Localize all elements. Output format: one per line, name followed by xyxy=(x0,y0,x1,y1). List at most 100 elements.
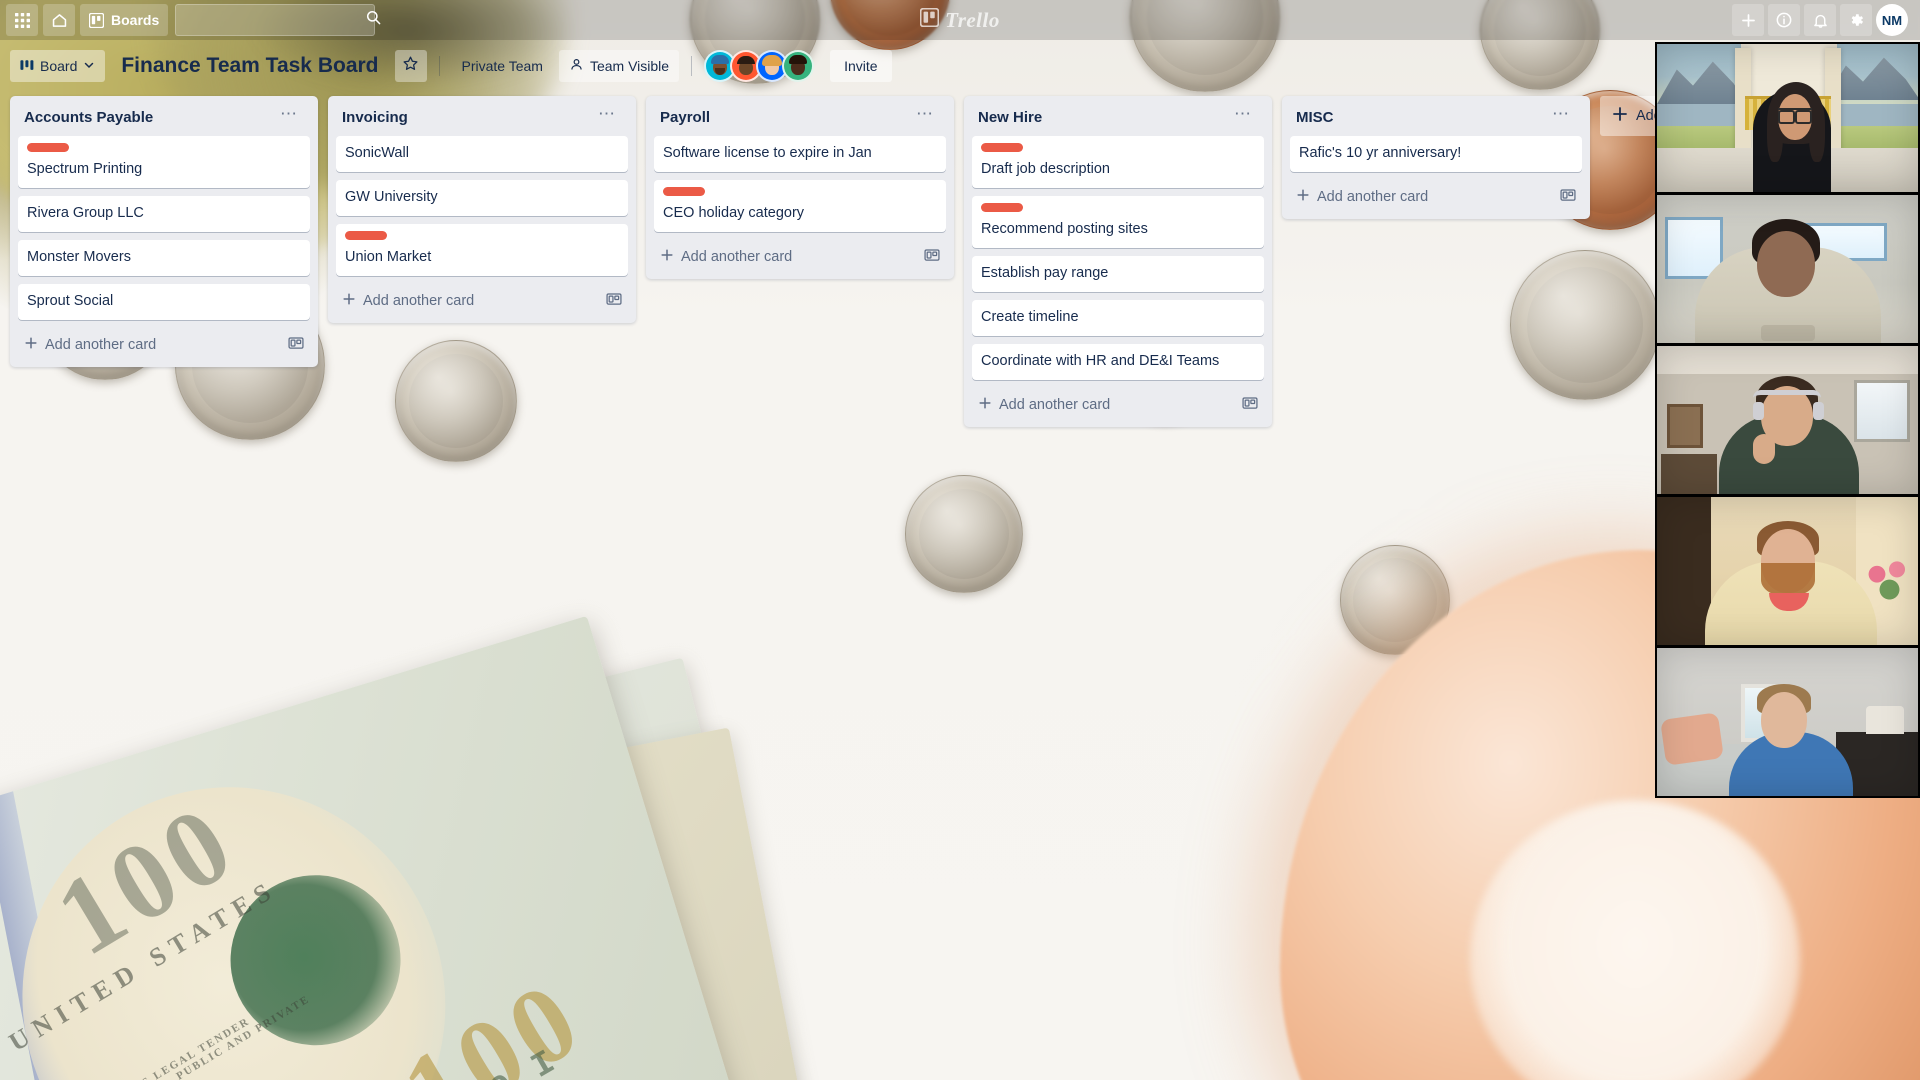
add-card-label: Add another card xyxy=(363,293,475,309)
star-icon xyxy=(402,55,419,77)
video-tile-2[interactable] xyxy=(1657,195,1918,343)
home-button[interactable] xyxy=(43,4,75,36)
team-name-button[interactable]: Private Team xyxy=(452,50,553,82)
member-avatar-4[interactable] xyxy=(782,50,815,82)
add-button[interactable] xyxy=(1732,4,1764,36)
card-title: Rivera Group LLC xyxy=(27,205,144,221)
boards-button[interactable]: Boards xyxy=(80,4,169,36)
card-title: Establish pay range xyxy=(981,265,1109,281)
card[interactable]: Sprout Social xyxy=(18,284,310,320)
list-title[interactable]: MISC xyxy=(1296,109,1334,126)
board-view-label: Board xyxy=(40,58,78,74)
plus-icon xyxy=(978,396,992,414)
card-label-red[interactable] xyxy=(981,143,1023,152)
list-header: New Hire ⋯ xyxy=(972,104,1264,136)
list-menu-icon[interactable]: ⋯ xyxy=(1546,105,1576,127)
card[interactable]: Draft job description xyxy=(972,136,1264,188)
card-title: CEO holiday category xyxy=(663,205,805,221)
add-icon xyxy=(1740,12,1757,29)
card-template-icon[interactable] xyxy=(924,247,940,267)
card[interactable]: CEO holiday category xyxy=(654,180,946,232)
video-call-panel xyxy=(1655,42,1920,798)
add-another-card-button[interactable]: Add another card xyxy=(18,328,310,361)
card[interactable]: Coordinate with HR and DE&I Teams xyxy=(972,344,1264,380)
invite-button[interactable]: Invite xyxy=(830,50,892,82)
add-another-card-button[interactable]: Add another card xyxy=(972,388,1264,421)
notifications-button[interactable] xyxy=(1804,4,1836,36)
board-members xyxy=(704,50,815,82)
card[interactable]: Create timeline xyxy=(972,300,1264,336)
board-view-switcher[interactable]: Board xyxy=(10,50,106,82)
user-avatar[interactable]: NM xyxy=(1876,4,1908,36)
video-tile-4[interactable] xyxy=(1657,497,1918,645)
card[interactable]: Spectrum Printing xyxy=(18,136,310,188)
card-label-red[interactable] xyxy=(663,187,705,196)
chevron-down-icon xyxy=(83,58,95,74)
team-visible-icon xyxy=(569,57,584,75)
settings-button[interactable] xyxy=(1840,4,1872,36)
visibility-label: Team Visible xyxy=(589,58,670,74)
search-box[interactable] xyxy=(175,4,381,36)
list-menu-icon[interactable]: ⋯ xyxy=(274,105,304,127)
search-input[interactable] xyxy=(184,12,366,28)
video-tile-3[interactable] xyxy=(1657,346,1918,494)
card[interactable]: Recommend posting sites xyxy=(972,196,1264,248)
list-title[interactable]: Accounts Payable xyxy=(24,109,153,126)
plus-icon xyxy=(1296,188,1310,206)
visibility-button[interactable]: Team Visible xyxy=(558,50,680,82)
notifications-bell-icon xyxy=(1812,12,1829,29)
card[interactable]: Union Market xyxy=(336,224,628,276)
card[interactable]: Rafic's 10 yr anniversary! xyxy=(1290,136,1582,172)
list-menu-icon[interactable]: ⋯ xyxy=(592,105,622,127)
card[interactable]: Rivera Group LLC xyxy=(18,196,310,232)
add-card-label: Add another card xyxy=(681,249,793,265)
add-card-label: Add another card xyxy=(1317,189,1429,205)
list-menu-icon[interactable]: ⋯ xyxy=(910,105,940,127)
add-another-card-button[interactable]: Add another card xyxy=(1290,180,1582,213)
card-title: Software license to expire in Jan xyxy=(663,145,872,161)
card-title: Recommend posting sites xyxy=(981,221,1148,237)
card-template-icon[interactable] xyxy=(1242,395,1258,415)
topbar-actions: NM xyxy=(1732,4,1914,36)
top-navigation-bar: Boards Trello NM xyxy=(0,0,1920,40)
video-tile-5[interactable] xyxy=(1657,648,1918,796)
divider xyxy=(691,56,693,76)
invite-label: Invite xyxy=(844,58,878,74)
list-menu-icon[interactable]: ⋯ xyxy=(1228,105,1258,127)
plus-icon xyxy=(342,292,356,310)
list-new-hire: New Hire ⋯ Draft job description Recommend … xyxy=(964,96,1272,427)
settings-gear-icon xyxy=(1847,11,1865,29)
add-another-card-button[interactable]: Add another card xyxy=(336,284,628,317)
card-template-icon[interactable] xyxy=(606,291,622,311)
info-button[interactable] xyxy=(1768,4,1800,36)
list-header: MISC ⋯ xyxy=(1290,104,1582,136)
trello-logo: Trello xyxy=(919,7,1000,33)
card-label-red[interactable] xyxy=(345,231,387,240)
card[interactable]: Establish pay range xyxy=(972,256,1264,292)
list-title[interactable]: Invoicing xyxy=(342,109,408,126)
card[interactable]: GW University xyxy=(336,180,628,216)
list-invoicing: Invoicing ⋯ SonicWall GW University Union Ma… xyxy=(328,96,636,323)
card-title: Draft job description xyxy=(981,161,1110,177)
add-another-card-button[interactable]: Add another card xyxy=(654,240,946,273)
video-tile-1[interactable] xyxy=(1657,44,1918,192)
list-title[interactable]: Payroll xyxy=(660,109,710,126)
apps-grid-button[interactable] xyxy=(6,4,38,36)
star-board-button[interactable] xyxy=(394,50,427,82)
card-label-red[interactable] xyxy=(27,143,69,152)
board-header-bar: Board Finance Team Task Board Private Te… xyxy=(0,40,1920,92)
card[interactable]: Monster Movers xyxy=(18,240,310,276)
page-title[interactable]: Finance Team Task Board xyxy=(111,54,388,78)
team-name-label: Private Team xyxy=(461,58,543,74)
card-label-red[interactable] xyxy=(981,203,1023,212)
card[interactable]: SonicWall xyxy=(336,136,628,172)
list-header: Payroll ⋯ xyxy=(654,104,946,136)
card[interactable]: Software license to expire in Jan xyxy=(654,136,946,172)
grid-apps-icon xyxy=(14,12,30,28)
list-header: Accounts Payable ⋯ xyxy=(18,104,310,136)
card-template-icon[interactable] xyxy=(1560,187,1576,207)
list-title[interactable]: New Hire xyxy=(978,109,1042,126)
add-card-label: Add another card xyxy=(999,397,1111,413)
card-title: Coordinate with HR and DE&I Teams xyxy=(981,353,1220,369)
card-template-icon[interactable] xyxy=(288,335,304,355)
